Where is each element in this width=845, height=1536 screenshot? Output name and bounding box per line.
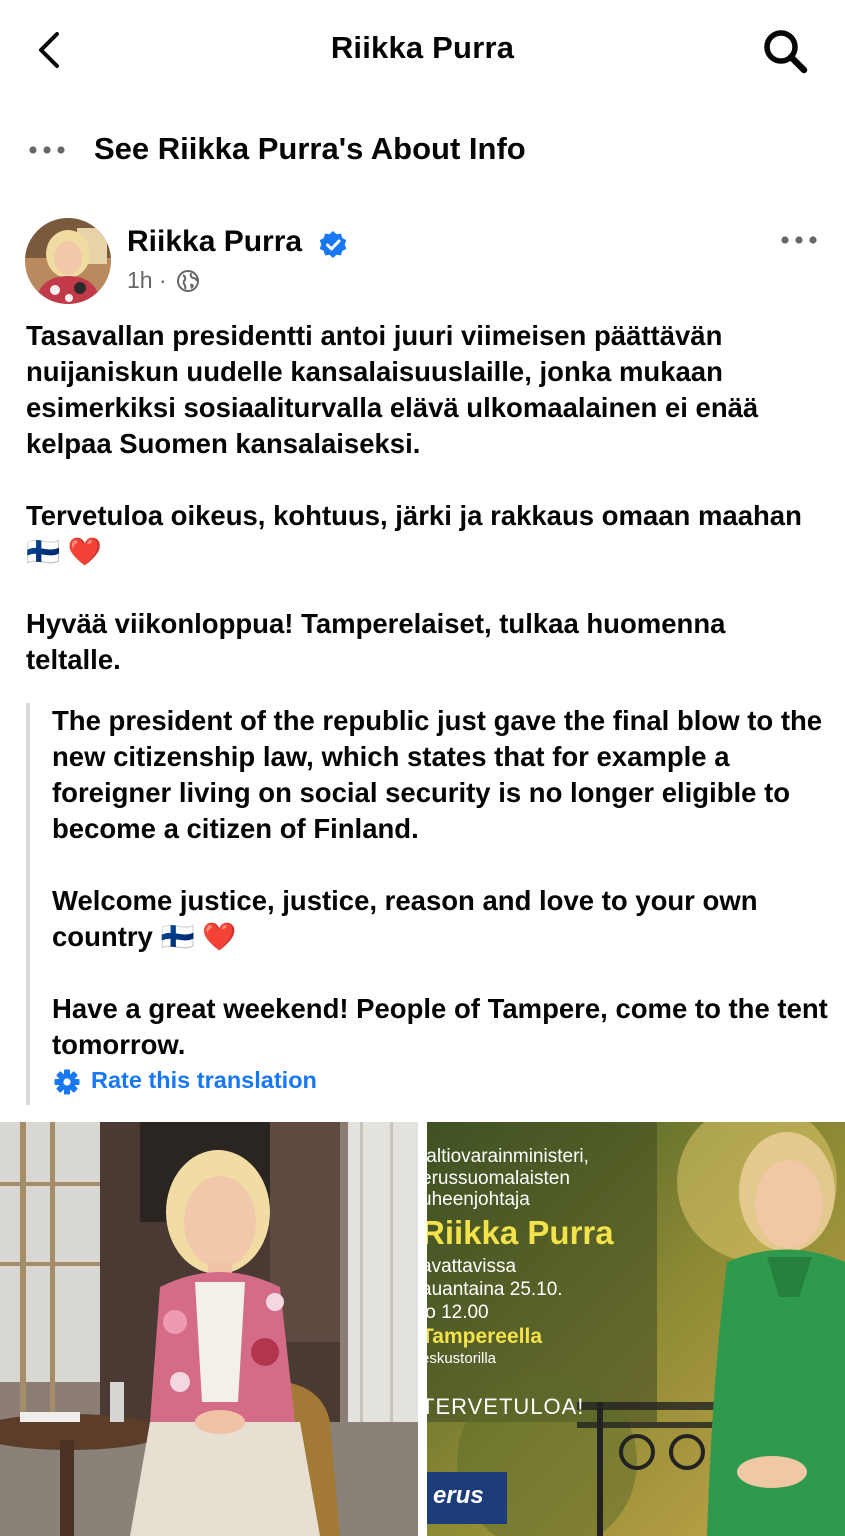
post-paragraph: Tervetuloa oikeus, kohtuus, järki ja rak… [26, 500, 802, 567]
post-photo-2[interactable]: /altiovarainministeri, erussuomalaisten … [427, 1122, 845, 1536]
poster-line: eskustorilla [427, 1350, 497, 1367]
post-timestamp: 1h · [127, 267, 167, 293]
post-paragraph: Hyvää viikonloppua! Tamperelaiset, tulka… [26, 608, 726, 675]
poster-place: Tampereella [427, 1325, 543, 1348]
poster-line: erussuomalaisten [427, 1168, 570, 1189]
gear-icon [54, 1069, 80, 1095]
poster-line: uheenjohtaja [427, 1189, 530, 1210]
search-button[interactable] [760, 26, 810, 76]
top-navigation-bar: Riikka Purra [0, 0, 845, 100]
photo-woman-seated-in-room [0, 1122, 418, 1536]
post-photo-1[interactable] [0, 1122, 418, 1536]
poster-logo: erus [433, 1482, 484, 1509]
poster-line: avattavissa [427, 1256, 517, 1277]
translation-paragraph: Welcome justice, justice, reason and lov… [52, 885, 758, 952]
poster-welcome: TERVETULOA! [427, 1394, 585, 1419]
post-body: Tasavallan presidentti antoi juuri viime… [26, 318, 826, 714]
verified-badge-icon [319, 231, 347, 258]
more-horizontal-icon [29, 146, 65, 154]
avatar[interactable] [25, 218, 111, 304]
translation-block: The president of the republic just gave … [26, 703, 836, 1105]
post-author-name[interactable]: Riikka Purra [127, 225, 302, 259]
post-header: Riikka Purra 1h · [0, 210, 845, 310]
poster-name: Riikka Purra [427, 1214, 614, 1251]
translation-paragraph: Have a great weekend! People of Tampere,… [52, 993, 828, 1060]
translation-body: The president of the republic just gave … [52, 703, 842, 1099]
rate-translation-label: Rate this translation [91, 1067, 317, 1093]
post-options-icon[interactable] [780, 232, 818, 248]
post-paragraph: Tasavallan presidentti antoi juuri viime… [26, 320, 759, 459]
poster-line: /altiovarainministeri, [427, 1146, 589, 1167]
poster-line: lo 12.00 [427, 1302, 489, 1323]
poster-line: auantaina 25.10. [427, 1279, 563, 1300]
translation-paragraph: The president of the republic just gave … [52, 705, 823, 844]
about-info-label: See Riikka Purra's About Info [94, 131, 526, 166]
search-icon [764, 30, 808, 74]
page-title: Riikka Purra [330, 30, 515, 65]
globe-icon [177, 270, 199, 292]
about-info-row[interactable]: See Riikka Purra's About Info [0, 118, 845, 182]
avatar-image [25, 218, 111, 304]
